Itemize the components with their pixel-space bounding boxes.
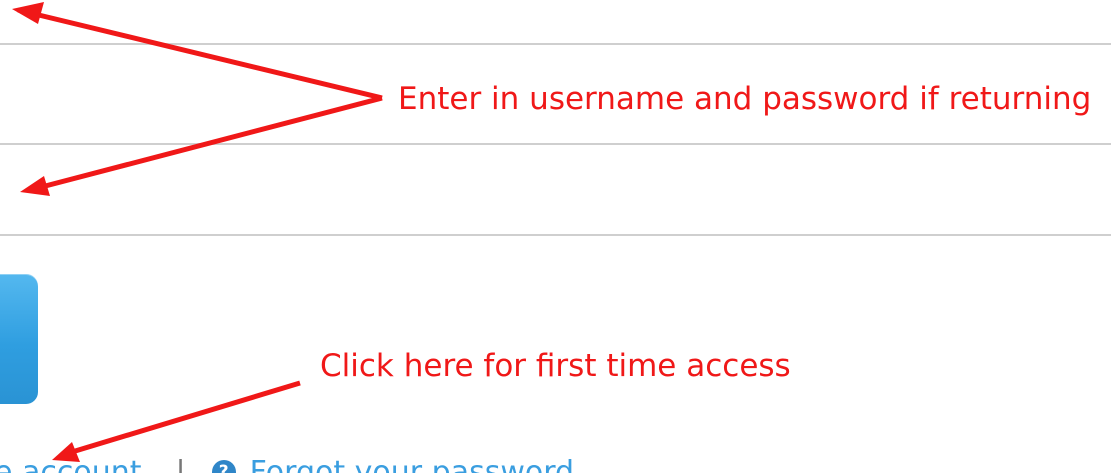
field-divider: [0, 234, 1111, 236]
first-time-annotation: Click here for first time access: [320, 348, 791, 384]
login-button[interactable]: [0, 274, 38, 404]
password-field[interactable]: [0, 145, 1111, 234]
login-annotation: Enter in username and password if return…: [398, 81, 1092, 117]
previous-field[interactable]: [0, 0, 1111, 43]
login-form-screenshot: e account | ? Forgot your password Enter…: [0, 0, 1111, 473]
forgot-password-link[interactable]: Forgot your password: [250, 455, 574, 473]
link-separator: |: [175, 454, 186, 473]
annotation-arrow: [61, 380, 301, 458]
create-account-link[interactable]: e account: [0, 455, 142, 473]
account-links: e account | ? Forgot your password: [0, 452, 574, 473]
help-circle-icon: ?: [211, 460, 236, 473]
